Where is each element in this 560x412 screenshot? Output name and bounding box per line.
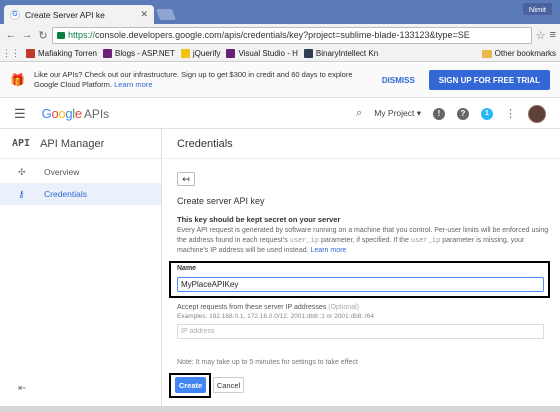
learn-more-link[interactable]: Learn more	[311, 247, 347, 254]
name-label: Name	[177, 265, 197, 272]
lock-icon	[57, 31, 65, 39]
bookmark-item[interactable]: Blogs - ASP.NET	[103, 49, 175, 58]
bookmark-item[interactable]: Visual Studio - H	[226, 49, 298, 58]
ip-addresses-label: Accept requests from these server IP add…	[177, 304, 359, 311]
name-input[interactable]	[177, 277, 544, 292]
create-button[interactable]: Create	[175, 377, 206, 393]
browser-toolbar: ← → ↻ https:// console.developers.google…	[0, 24, 560, 46]
forward-arrow-icon[interactable]: →	[20, 28, 34, 42]
move-icon: ✣	[18, 166, 26, 177]
more-options-icon[interactable]: ⋮	[505, 107, 516, 120]
hamburger-menu-icon[interactable]: ☰	[14, 106, 26, 122]
page-title: Credentials	[163, 129, 560, 159]
signup-free-trial-button[interactable]: SIGN UP FOR FREE TRIAL	[428, 70, 550, 90]
key-icon: ⚷	[18, 188, 25, 199]
promo-text: Like our APIs? Check out our infrastruct…	[34, 70, 353, 89]
close-tab-icon[interactable]: ✕	[140, 9, 148, 20]
secret-description: Every API request is generated by softwa…	[177, 227, 549, 254]
browser-tab[interactable]: G Create Server API ke ✕	[4, 5, 154, 24]
url-text: console.developers.google.com/apis/crede…	[95, 30, 470, 40]
apis-logo-text: APIs	[83, 106, 110, 121]
bookmark-favicon-icon	[26, 49, 35, 58]
project-selector[interactable]: My Project ▾	[374, 108, 421, 119]
bookmark-item[interactable]: Mafiaking Torren	[26, 49, 97, 58]
back-button[interactable]: ↤	[177, 172, 195, 186]
sidebar-item-overview[interactable]: ✣ Overview	[0, 161, 161, 183]
url-scheme: https://	[68, 30, 96, 40]
bookmark-favicon-icon	[103, 49, 112, 58]
help-icon[interactable]: ?	[457, 107, 469, 120]
bookmark-favicon-icon	[303, 49, 313, 58]
api-badge-icon: API	[12, 138, 31, 149]
browser-menu-icon[interactable]: ≡	[550, 29, 556, 41]
promo-learn-more-link[interactable]: Learn more	[114, 80, 152, 89]
window-bottom-edge	[0, 406, 560, 412]
alert-icon[interactable]: !	[433, 107, 445, 120]
google-favicon-icon: G	[10, 9, 20, 20]
apps-grid-icon[interactable]: ⋮⋮	[2, 47, 20, 61]
avatar[interactable]	[528, 104, 546, 123]
sidebar-item-credentials[interactable]: ⚷ Credentials	[0, 183, 161, 205]
tab-title: Create Server API ke	[25, 9, 105, 20]
dismiss-button[interactable]: DISMISS	[382, 76, 415, 85]
browser-tabstrip: G Create Server API ke ✕ Nimit	[0, 0, 560, 24]
bookmarks-bar: ⋮⋮ Mafiaking Torren Blogs - ASP.NET jQue…	[0, 46, 560, 62]
section-title: Create server API key	[177, 196, 265, 206]
other-bookmarks[interactable]: Other bookmarks	[481, 49, 556, 58]
bookmark-item[interactable]: BinaryIntellect Kn	[303, 49, 378, 58]
gift-icon: 🎁	[10, 73, 25, 87]
collapse-sidebar-icon[interactable]: ⇤	[18, 383, 26, 394]
main-content: Credentials ↤ Create server API key This…	[163, 129, 560, 412]
bookmark-favicon-icon	[180, 49, 190, 58]
back-arrow-icon: ↤	[182, 173, 190, 184]
app-header: ☰ Google APIs ⌕ My Project ▾ ! ? 1 ⋮	[0, 99, 560, 129]
bookmark-star-icon[interactable]: ☆	[536, 29, 546, 42]
ip-examples: Examples: 192.168.0.1, 172.16.0.0/12, 20…	[177, 313, 374, 320]
notification-badge[interactable]: 1	[481, 107, 493, 120]
settings-note: Note: It may take up to 5 minutes for se…	[177, 359, 358, 366]
ip-address-input[interactable]	[177, 324, 544, 339]
back-arrow-icon[interactable]: ←	[4, 28, 18, 42]
bookmark-favicon-icon	[226, 49, 236, 58]
sidebar: API API Manager ✣ Overview ⚷ Credentials…	[0, 129, 162, 412]
new-tab-button[interactable]	[155, 9, 177, 20]
header-actions: ⌕ My Project ▾ ! ? 1 ⋮	[356, 104, 546, 123]
bookmark-item[interactable]: jQuerify	[180, 49, 220, 58]
search-icon[interactable]: ⌕	[356, 107, 362, 120]
sidebar-header: API API Manager	[0, 129, 161, 159]
secret-warning-title: This key should be kept secret on your s…	[177, 215, 341, 224]
promo-banner: 🎁 Like our APIs? Check out our infrastru…	[0, 63, 560, 98]
reload-icon[interactable]: ↻	[36, 28, 50, 42]
sidebar-title: API Manager	[40, 137, 105, 150]
profile-button[interactable]: Nimit	[522, 3, 552, 15]
folder-icon	[481, 49, 492, 58]
cancel-button[interactable]: Cancel	[213, 377, 244, 393]
address-bar[interactable]: https:// console.developers.google.com/a…	[52, 26, 532, 44]
google-logo[interactable]: Google	[42, 106, 82, 121]
